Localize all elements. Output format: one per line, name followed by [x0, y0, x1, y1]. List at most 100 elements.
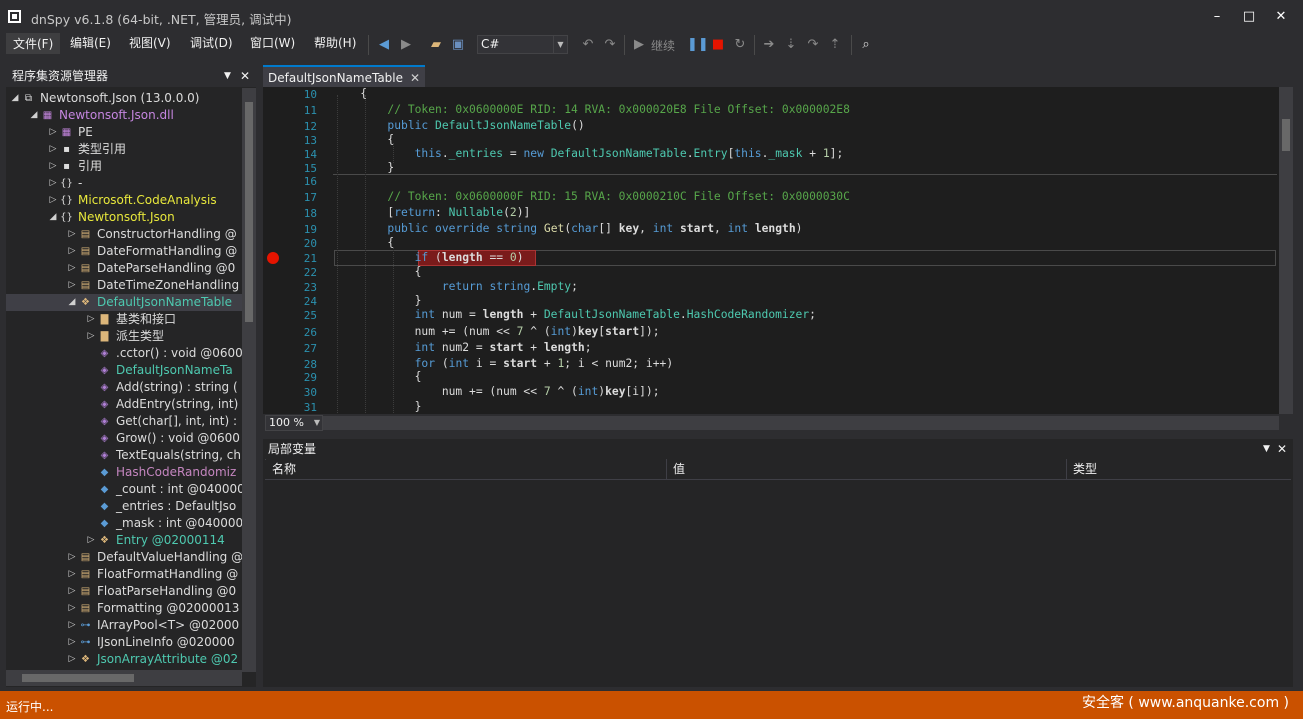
continue-label[interactable]: 继续 — [651, 37, 675, 54]
expander-icon[interactable]: ▷ — [67, 634, 77, 651]
tree-item[interactable]: ▷ ▪ 类型引用 — [6, 141, 242, 158]
redo-icon[interactable]: ↷ — [601, 36, 619, 54]
menu-view[interactable]: 视图(V) — [123, 33, 177, 54]
tree-item[interactable]: ▷ ⊶ IArrayPool<T> @02000 — [6, 617, 242, 634]
open-list-icon[interactable]: ▣ — [449, 36, 467, 54]
tree-item[interactable]: ◈ Get(char[], int, int) : — [6, 413, 242, 430]
show-next-statement-icon[interactable]: ➔ — [760, 36, 778, 54]
line-number-gutter[interactable]: 10 11 12 13 14 15 16 17 18 19 20 21 22 23 24 25 26 27 28 29… — [263, 87, 325, 414]
explorer-scroll-thumb[interactable] — [245, 102, 253, 322]
editor-scroll-thumb[interactable] — [1282, 119, 1290, 151]
menu-debug[interactable]: 调试(D) — [184, 33, 239, 54]
tree-item[interactable]: ▷ ▤ DateFormatHandling @ — [6, 243, 242, 260]
explorer-vertical-scrollbar[interactable] — [242, 88, 256, 672]
continue-icon[interactable]: ▶ — [630, 36, 648, 54]
expander-icon[interactable]: ▷ — [67, 600, 77, 617]
tree-item[interactable]: ◆ _count : int @040000 — [6, 481, 242, 498]
tree-item[interactable]: ▷ ▤ DateParseHandling @0 — [6, 260, 242, 277]
code-editor[interactable]: 10 11 12 13 14 15 16 17 18 19 20 21 22 23 24 25 26 27 28 29… — [263, 87, 1293, 417]
tree-item[interactable]: ◢{} Newtonsoft.Json — [6, 209, 242, 226]
expander-icon[interactable]: ▷ — [86, 311, 96, 328]
menu-file[interactable]: 文件(F) — [6, 33, 61, 54]
dnspy-app-icon[interactable] — [8, 10, 21, 23]
locals-menu-icon[interactable]: ▼ — [1263, 439, 1270, 459]
expander-icon[interactable]: ▷ — [67, 617, 77, 634]
expander-icon[interactable]: ▷ — [48, 175, 58, 192]
tree-item[interactable]: ▷ ❖ JsonArrayAttribute @02 — [6, 651, 242, 668]
explorer-close-icon[interactable]: ✕ — [240, 66, 250, 86]
expander-icon[interactable]: ▷ — [67, 651, 77, 668]
tree-item[interactable]: ▷ ▤ FloatFormatHandling @ — [6, 566, 242, 583]
maximize-button[interactable]: □ — [1237, 6, 1261, 28]
language-select[interactable]: C# ▼ — [477, 35, 568, 54]
step-over-icon[interactable]: ↷ — [804, 36, 822, 54]
editor-horizontal-scrollbar[interactable] — [323, 416, 1279, 430]
expander-icon[interactable]: ▷ — [48, 124, 58, 141]
tree-item[interactable]: ▷ ▤ FloatParseHandling @0 — [6, 583, 242, 600]
expander-icon[interactable]: ▷ — [67, 583, 77, 600]
restart-icon[interactable]: ↻ — [731, 36, 749, 54]
search-icon[interactable]: ⌕ — [857, 36, 875, 54]
tab-defaultjsonnametable[interactable]: DefaultJsonNameTable ✕ — [263, 65, 425, 87]
menu-window[interactable]: 窗口(W) — [244, 33, 301, 54]
step-out-icon[interactable]: ⇡ — [826, 36, 844, 54]
close-window-button[interactable]: ✕ — [1269, 6, 1293, 28]
editor-vertical-scrollbar[interactable] — [1279, 87, 1293, 414]
undo-icon[interactable]: ↶ — [579, 36, 597, 54]
tree-item[interactable]: ▷ ▪ 引用 — [6, 158, 242, 175]
tab-close-icon[interactable]: ✕ — [410, 67, 420, 89]
tree-item[interactable]: ◢ ▦ Newtonsoft.Json.dll — [6, 107, 242, 124]
expander-icon[interactable]: ▷ — [86, 532, 96, 549]
expander-icon[interactable]: ▷ — [48, 158, 58, 175]
column-header-name[interactable]: 名称 — [266, 459, 667, 479]
expander-icon[interactable]: ▷ — [67, 243, 77, 260]
expander-icon[interactable]: ▷ — [67, 549, 77, 566]
menu-help[interactable]: 帮助(H) — [308, 33, 362, 54]
stop-icon[interactable]: ■ — [709, 36, 727, 54]
back-icon[interactable]: ◀ — [375, 36, 393, 54]
tree-item[interactable]: ▷ ▤ DateTimeZoneHandling — [6, 277, 242, 294]
tree-item[interactable]: ◈ .cctor() : void @0600 — [6, 345, 242, 362]
expander-icon[interactable]: ◢ — [29, 107, 39, 124]
tree-item[interactable]: ▷{} - — [6, 175, 242, 192]
tree-item[interactable]: ▷ ▤ Formatting @02000013 — [6, 600, 242, 617]
expander-icon[interactable]: ▷ — [48, 192, 58, 209]
step-into-icon[interactable]: ⇣ — [782, 36, 800, 54]
open-folder-icon[interactable]: ▰ — [427, 36, 445, 54]
column-header-type[interactable]: 类型 — [1067, 459, 1291, 479]
tree-item[interactable]: ▷ ▦ PE — [6, 124, 242, 141]
menu-edit[interactable]: 编辑(E) — [64, 33, 117, 54]
tree-item[interactable]: ◆ _entries : DefaultJso — [6, 498, 242, 515]
expander-icon[interactable]: ▷ — [67, 226, 77, 243]
zoom-select[interactable]: 100 % ▼ — [265, 415, 323, 431]
expander-icon[interactable]: ▷ — [48, 141, 58, 158]
tree-item[interactable]: ◈ AddEntry(string, int) — [6, 396, 242, 413]
tree-item[interactable]: ▷ ▇ 派生类型 — [6, 328, 242, 345]
tree-item[interactable]: ▷ ▇ 基类和接口 — [6, 311, 242, 328]
breakpoint-icon[interactable] — [267, 252, 279, 264]
assembly-tree[interactable]: ◢ ⧉ Newtonsoft.Json (13.0.0.0) ◢ ▦ Newtonsoft… — [6, 88, 242, 672]
expander-icon[interactable]: ▷ — [86, 328, 96, 345]
column-header-value[interactable]: 值 — [667, 459, 1067, 479]
explorer-horizontal-scrollbar[interactable] — [6, 670, 242, 686]
explorer-menu-icon[interactable]: ▼ — [224, 66, 231, 86]
tree-item[interactable]: ◈ Grow() : void @0600 — [6, 430, 242, 447]
forward-icon[interactable]: ▶ — [397, 36, 415, 54]
expander-icon[interactable]: ▷ — [67, 260, 77, 277]
tree-item[interactable]: ◈ Add(string) : string ( — [6, 379, 242, 396]
tree-item[interactable]: ◈ DefaultJsonNameTa — [6, 362, 242, 379]
expander-icon[interactable]: ◢ — [67, 294, 77, 311]
tree-item[interactable]: ▷ ❖ Entry @02000114 — [6, 532, 242, 549]
expander-icon[interactable]: ▷ — [67, 277, 77, 294]
tree-item[interactable]: ◆ _mask : int @040000 — [6, 515, 242, 532]
tree-item[interactable]: ◢ ❖ DefaultJsonNameTable — [6, 294, 242, 311]
minimize-button[interactable]: – — [1205, 6, 1229, 28]
tree-item[interactable]: ◈ TextEquals(string, ch — [6, 447, 242, 464]
expander-icon[interactable]: ◢ — [10, 90, 20, 107]
pause-icon[interactable]: ❚❚ — [687, 36, 709, 54]
tree-item[interactable]: ▷ ▤ ConstructorHandling @ — [6, 226, 242, 243]
locals-close-icon[interactable]: ✕ — [1277, 439, 1287, 459]
expander-icon[interactable]: ▷ — [67, 566, 77, 583]
expander-icon[interactable]: ◢ — [48, 209, 58, 226]
tree-item[interactable]: ▷ ▤ DefaultValueHandling @ — [6, 549, 242, 566]
